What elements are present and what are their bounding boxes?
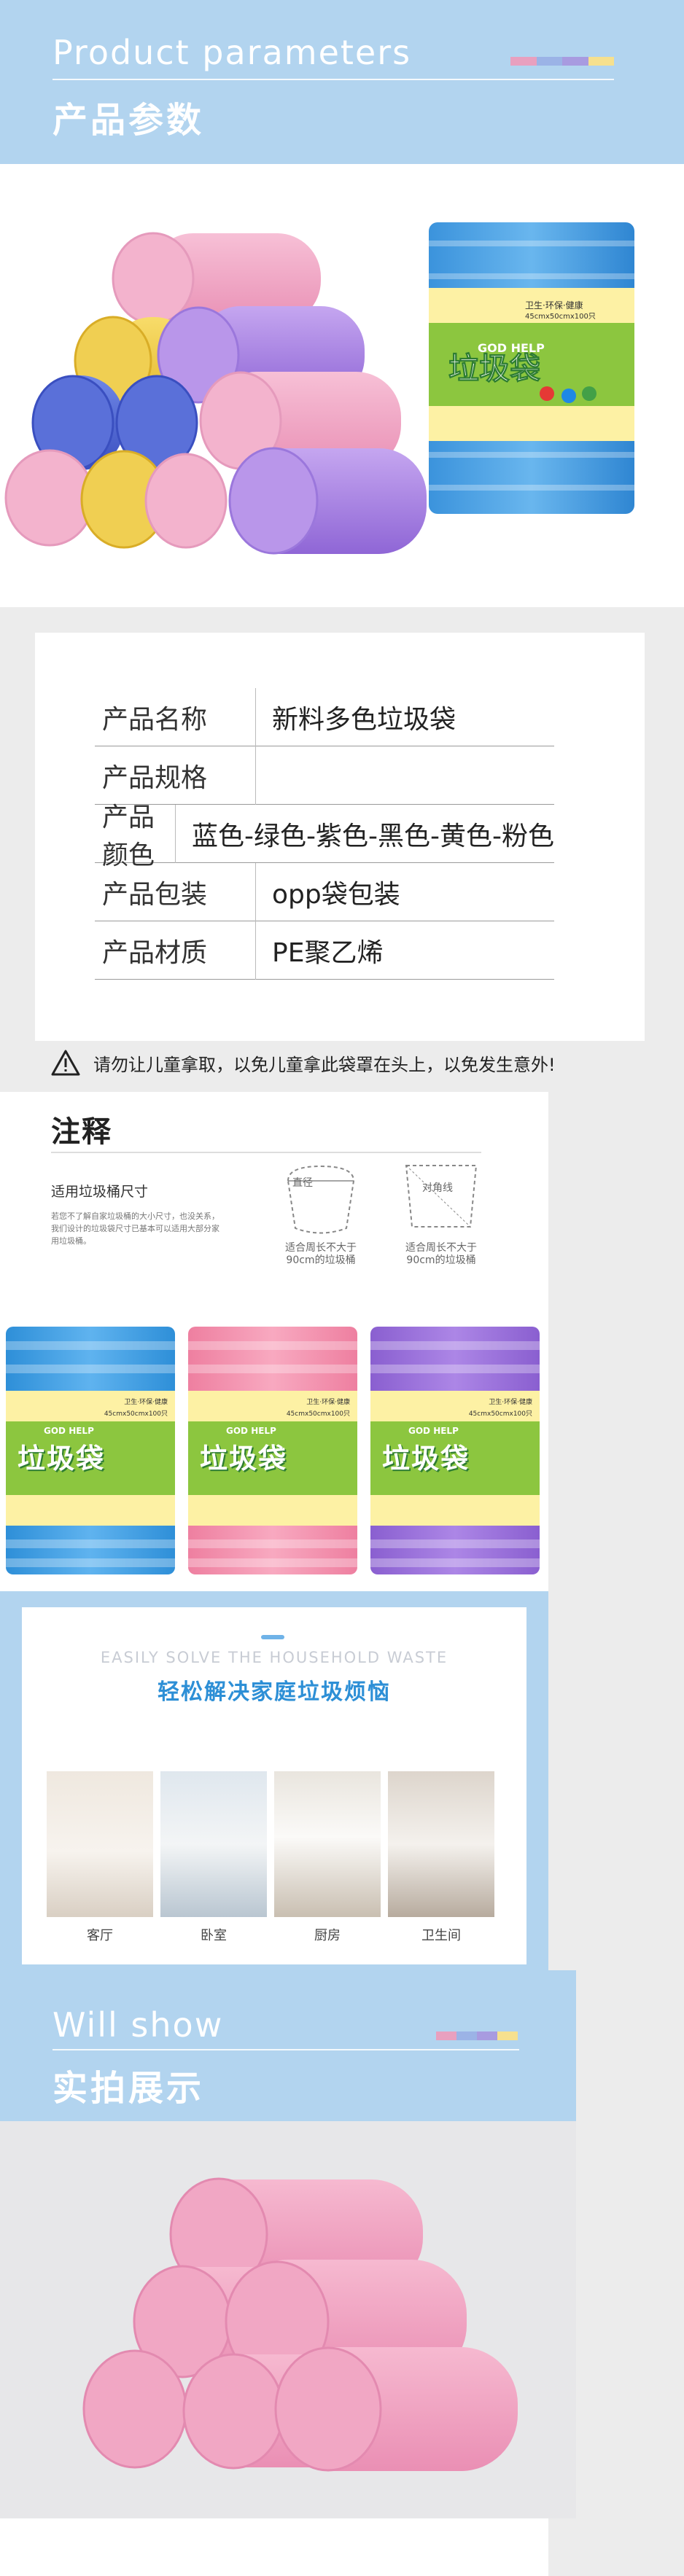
param-row: 产品材质 PE聚乙烯 [95, 921, 554, 980]
package-pink: 卫生·环保·健康 45cmx50cmx100只 GOD HELP 垃圾袋 [188, 1327, 357, 1574]
color-bars [510, 57, 614, 66]
package-brand: GOD HELP [408, 1426, 459, 1436]
param-value [255, 746, 554, 805]
household-title-zh: 轻松解决家庭垃圾烦恼 [158, 1679, 391, 1705]
rolls-illustration: 卫生·环保·健康 45cmx50cmx100只 GOD HELP 垃圾袋 [4, 222, 634, 555]
diagram-diagonal-caption: 适合周长不大于 90cm的垃圾桶 [405, 1242, 477, 1266]
package-tags: 卫生·环保·健康 [489, 1399, 532, 1406]
param-value: opp袋包装 [255, 862, 554, 921]
warning-icon [51, 1050, 80, 1076]
package-tags: 卫生·环保·健康 [124, 1399, 168, 1406]
pink-rolls-photo [0, 2121, 576, 2518]
note-title: 注释 [51, 1115, 112, 1149]
param-row: 产品颜色 蓝色-绿色-紫色-黑色-黄色-粉色 [95, 803, 554, 870]
package-label: 卫生·环保·健康 45cmx50cmx100只 GOD HELP 垃圾袋 [370, 1391, 540, 1526]
param-value: 蓝色-绿色-紫色-黑色-黄色-粉色 [175, 804, 554, 863]
svg-text:卫生·环保·健康: 卫生·环保·健康 [525, 300, 583, 311]
note-description: 若您不了解自家垃圾桶的大小尺寸，也没关系，我们设计的垃圾袋尺寸已基本可以适用大部… [51, 1211, 219, 1246]
room-label: 卧室 [201, 1928, 227, 1943]
param-key: 产品规格 [102, 762, 208, 793]
header-divider [53, 79, 614, 80]
param-row: 产品名称 新料多色垃圾袋 [95, 687, 554, 746]
room-label: 卫生间 [421, 1928, 461, 1943]
show-title-zh: 实拍展示 [53, 2068, 205, 2109]
package-title: 垃圾袋 [200, 1443, 288, 1475]
package-title: 垃圾袋 [18, 1443, 106, 1475]
params-header: Product parameters 产品参数 [0, 0, 684, 164]
package-size: 45cmx50cmx100只 [468, 1410, 532, 1418]
package-size: 45cmx50cmx100只 [104, 1410, 168, 1418]
package-size: 45cmx50cmx100只 [286, 1410, 350, 1418]
diagram-diameter-caption: 适合周长不大于 90cm的垃圾桶 [285, 1242, 357, 1266]
square-bin-diagram [405, 1165, 478, 1227]
warning-text: 请勿让儿童拿取，以免儿童拿此袋罩在头上，以免发生意外! [93, 1054, 556, 1075]
round-bin-diagram [287, 1165, 355, 1234]
package-purple: 卫生·环保·健康 45cmx50cmx100只 GOD HELP 垃圾袋 [370, 1327, 540, 1574]
package-label: 卫生·环保·健康 45cmx50cmx100只 GOD HELP 垃圾袋 [188, 1391, 357, 1526]
svg-text:垃圾袋: 垃圾袋 [448, 351, 540, 386]
header-divider [53, 2049, 519, 2050]
room-photo-kitchen [274, 1771, 381, 1917]
diagram-diameter-label: 直径 [292, 1177, 313, 1189]
show-title-en: Will show [53, 2005, 224, 2045]
svg-text:45cmx50cmx100只: 45cmx50cmx100只 [525, 313, 596, 321]
room-photo-bedroom [160, 1771, 267, 1917]
param-key: 产品颜色 [102, 802, 155, 870]
param-key: 产品材质 [102, 937, 208, 968]
package-brand: GOD HELP [226, 1426, 276, 1436]
color-bars [436, 2031, 518, 2040]
show-header: Will show 实拍展示 [0, 1970, 576, 2121]
pink-rolls-illustration [82, 2177, 518, 2472]
package-title: 垃圾袋 [382, 1443, 470, 1475]
package-blue: 卫生·环保·健康 45cmx50cmx100只 GOD HELP 垃圾袋 [6, 1327, 175, 1574]
param-value: 新料多色垃圾袋 [255, 687, 554, 746]
param-value: PE聚乙烯 [255, 921, 554, 980]
warning-notice: 请勿让儿童拿取，以免儿童拿此袋罩在头上，以免发生意外! [51, 1050, 556, 1076]
note-divider [51, 1152, 481, 1153]
param-key: 产品名称 [102, 704, 208, 735]
param-row: 产品包装 opp袋包装 [95, 862, 554, 921]
params-title-en: Product parameters [53, 33, 412, 72]
diagram-diagonal-label: 对角线 [422, 1182, 453, 1194]
room-label: 客厅 [87, 1928, 113, 1943]
room-label: 厨房 [314, 1928, 341, 1943]
household-accent-bar [261, 1635, 284, 1639]
params-title-zh: 产品参数 [53, 100, 205, 141]
household-title-en: EASILY SOLVE THE HOUSEHOLD WASTE [100, 1649, 448, 1666]
package-brand: GOD HELP [44, 1426, 94, 1436]
package-tags: 卫生·环保·健康 [306, 1399, 350, 1406]
note-subtitle: 适用垃圾桶尺寸 [51, 1184, 149, 1200]
product-hero-image: 卫生·环保·健康 45cmx50cmx100只 GOD HELP 垃圾袋 [0, 164, 684, 616]
package-label: 卫生·环保·健康 45cmx50cmx100只 GOD HELP 垃圾袋 [6, 1391, 175, 1526]
room-photo-bathroom [388, 1771, 494, 1917]
param-key: 产品包装 [102, 879, 208, 910]
product-page: Product parameters 产品参数 卫生·环保·健康 45cmx50… [0, 0, 684, 2576]
room-photo-living [47, 1771, 153, 1917]
